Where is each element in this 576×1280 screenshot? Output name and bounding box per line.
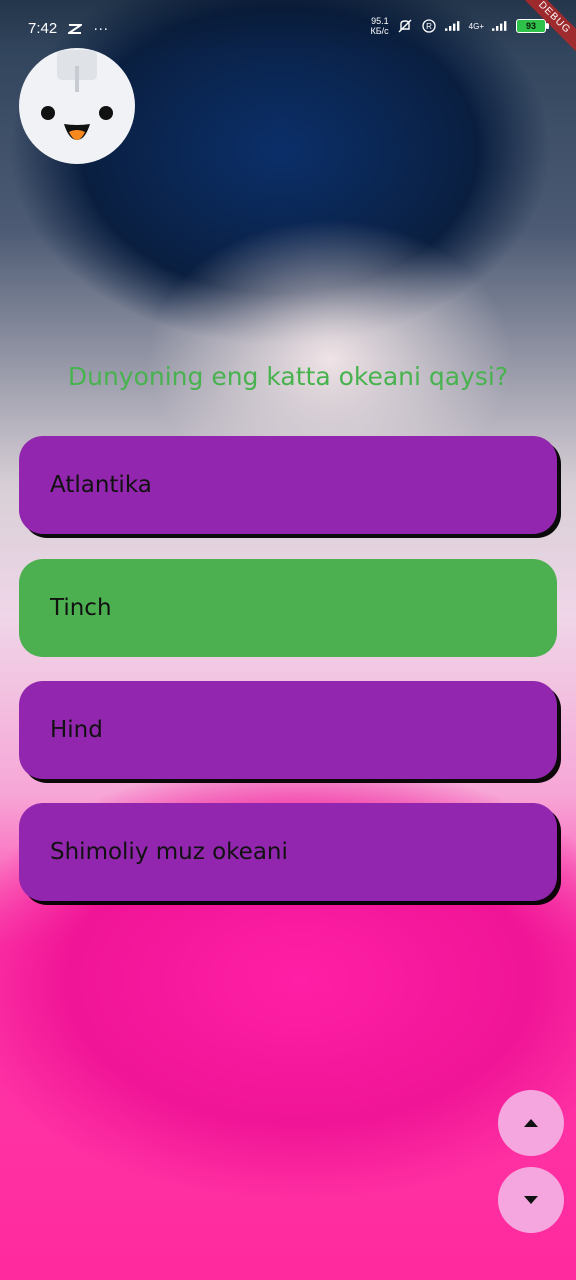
avatar bbox=[19, 48, 135, 164]
status-right: 95.1 КБ/с R 4G+ 93 bbox=[371, 16, 549, 36]
signal-icon bbox=[444, 18, 461, 34]
signal-2-icon bbox=[492, 18, 508, 34]
battery-icon: 93 bbox=[516, 19, 549, 33]
network-type: 4G+ bbox=[468, 21, 484, 31]
scroll-down-button[interactable] bbox=[498, 1167, 564, 1233]
answer-label: Tinch bbox=[50, 595, 112, 621]
robot-face-icon bbox=[41, 50, 113, 140]
registered-icon: R bbox=[421, 18, 437, 34]
status-time: 7:42 bbox=[28, 20, 58, 37]
status-more: ··· bbox=[93, 20, 109, 37]
answer-button-4[interactable]: Shimoliy muz okeani bbox=[19, 803, 557, 901]
answer-label: Hind bbox=[50, 717, 103, 743]
svg-text:R: R bbox=[426, 22, 432, 31]
mute-icon bbox=[397, 18, 413, 34]
scroll-up-button[interactable] bbox=[498, 1090, 564, 1156]
triangle-up-icon bbox=[524, 1119, 538, 1127]
answer-label: Shimoliy muz okeani bbox=[50, 839, 288, 865]
status-bar: 7:42 ··· 95.1 КБ/с R 4G+ 93 bbox=[0, 0, 576, 54]
net-speed-unit: КБ/с bbox=[370, 26, 389, 36]
answer-label: Atlantika bbox=[50, 472, 152, 498]
net-speed-value: 95.1 bbox=[371, 16, 389, 26]
answer-button-3[interactable]: Hind bbox=[19, 681, 557, 779]
capcut-icon bbox=[67, 21, 83, 37]
question-text: Dunyoning eng katta okeani qaysi? bbox=[67, 362, 509, 391]
triangle-down-icon bbox=[524, 1196, 538, 1204]
status-left: 7:42 ··· bbox=[28, 20, 108, 37]
answer-button-1[interactable]: Atlantika bbox=[19, 436, 557, 534]
answer-button-2[interactable]: Tinch bbox=[19, 559, 557, 657]
net-speed: 95.1 КБ/с bbox=[371, 16, 389, 36]
